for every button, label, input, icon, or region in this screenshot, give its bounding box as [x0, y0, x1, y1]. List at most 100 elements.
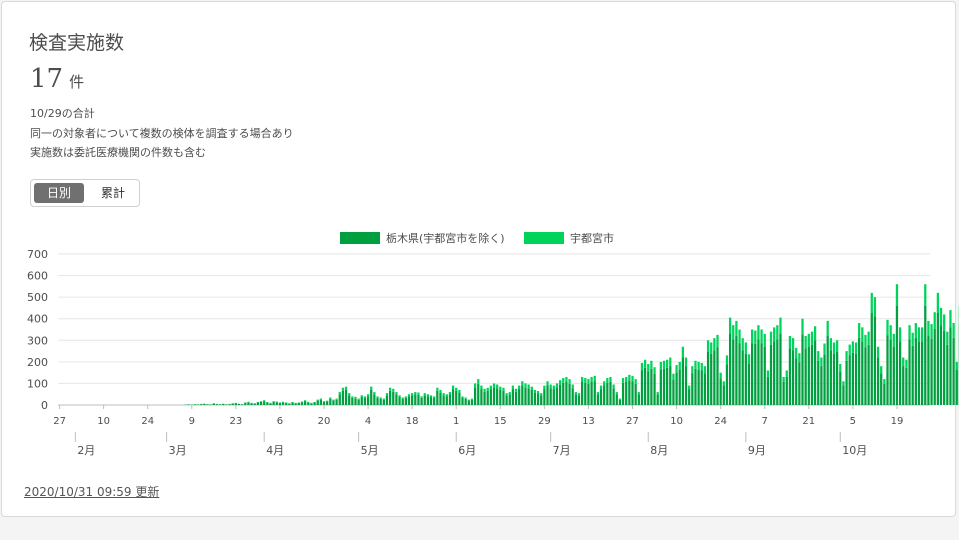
- bar-utsunomiya[interactable]: [571, 384, 574, 389]
- bar-tochigi[interactable]: [259, 401, 263, 405]
- bar-tochigi[interactable]: [735, 336, 738, 405]
- bar-tochigi[interactable]: [436, 390, 439, 405]
- bar-utsunomiya[interactable]: [348, 393, 351, 396]
- bar-tochigi[interactable]: [552, 389, 555, 405]
- bar-tochigi[interactable]: [924, 305, 927, 405]
- bar-utsunomiya[interactable]: [656, 392, 659, 395]
- bar-utsunomiya[interactable]: [341, 387, 345, 391]
- bar-utsunomiya[interactable]: [344, 386, 348, 390]
- bar-tochigi[interactable]: [228, 404, 231, 405]
- bar-tochigi[interactable]: [527, 388, 530, 405]
- bar-tochigi[interactable]: [244, 402, 247, 405]
- bar-utsunomiya[interactable]: [404, 396, 407, 398]
- bar-tochigi[interactable]: [870, 313, 873, 405]
- bar-utsunomiya[interactable]: [694, 360, 697, 369]
- bar-utsunomiya[interactable]: [423, 393, 426, 396]
- bar-utsunomiya[interactable]: [861, 327, 864, 342]
- bar-tochigi[interactable]: [379, 398, 382, 405]
- bar-tochigi[interactable]: [779, 333, 782, 405]
- bar-utsunomiya[interactable]: [618, 398, 622, 400]
- bar-tochigi[interactable]: [807, 346, 810, 405]
- bar-utsunomiya[interactable]: [521, 381, 524, 386]
- bar-utsunomiya[interactable]: [581, 376, 584, 383]
- bar-utsunomiya[interactable]: [700, 362, 703, 371]
- bar-tochigi[interactable]: [426, 396, 430, 405]
- bar-tochigi[interactable]: [187, 404, 190, 405]
- bar-utsunomiya[interactable]: [477, 379, 480, 384]
- bar-utsunomiya[interactable]: [684, 357, 688, 367]
- bar-tochigi[interactable]: [892, 346, 895, 405]
- bar-utsunomiya[interactable]: [788, 335, 792, 349]
- bar-tochigi[interactable]: [382, 399, 385, 405]
- bar-tochigi[interactable]: [455, 390, 458, 405]
- bar-tochigi[interactable]: [376, 397, 379, 405]
- bar-tochigi[interactable]: [763, 346, 766, 405]
- bar-utsunomiya[interactable]: [640, 362, 644, 371]
- bar-tochigi[interactable]: [902, 366, 905, 405]
- bar-utsunomiya[interactable]: [933, 312, 936, 329]
- bar-tochigi[interactable]: [637, 394, 640, 405]
- bar-tochigi[interactable]: [241, 404, 244, 405]
- bar-utsunomiya[interactable]: [445, 394, 448, 397]
- bar-tochigi[interactable]: [212, 403, 215, 405]
- bar-tochigi[interactable]: [502, 390, 505, 405]
- bar-utsunomiya[interactable]: [631, 375, 634, 382]
- bar-tochigi[interactable]: [615, 394, 618, 405]
- bar-utsunomiya[interactable]: [791, 338, 795, 351]
- bar-tochigi[interactable]: [791, 350, 795, 405]
- bar-tochigi[interactable]: [489, 389, 492, 405]
- bar-utsunomiya[interactable]: [360, 395, 363, 398]
- bar-tochigi[interactable]: [939, 325, 943, 405]
- bar-utsunomiya[interactable]: [499, 386, 502, 390]
- bar-utsunomiya[interactable]: [439, 389, 442, 393]
- bar-tochigi[interactable]: [618, 399, 622, 405]
- bar-tochigi[interactable]: [738, 343, 741, 405]
- bar-tochigi[interactable]: [584, 382, 587, 405]
- bar-tochigi[interactable]: [848, 355, 851, 405]
- bar-tochigi[interactable]: [946, 344, 949, 405]
- bar-tochigi[interactable]: [473, 387, 477, 405]
- bar-utsunomiya[interactable]: [272, 401, 275, 402]
- bar-tochigi[interactable]: [678, 369, 681, 405]
- bar-tochigi[interactable]: [322, 401, 326, 405]
- bar-utsunomiya[interactable]: [335, 398, 338, 400]
- bar-tochigi[interactable]: [307, 402, 310, 405]
- bar-tochigi[interactable]: [795, 358, 798, 405]
- bar-tochigi[interactable]: [666, 367, 669, 405]
- bar-utsunomiya[interactable]: [373, 392, 376, 395]
- bar-tochigi[interactable]: [392, 391, 395, 405]
- bar-utsunomiya[interactable]: [659, 361, 662, 370]
- bar-utsunomiya[interactable]: [366, 394, 370, 397]
- bar-utsunomiya[interactable]: [773, 327, 776, 342]
- bar-utsunomiya[interactable]: [470, 398, 474, 400]
- bar-utsunomiya[interactable]: [473, 383, 477, 388]
- bar-utsunomiya[interactable]: [621, 378, 625, 383]
- bar-utsunomiya[interactable]: [914, 323, 917, 338]
- bar-tochigi[interactable]: [193, 404, 197, 405]
- bar-tochigi[interactable]: [599, 389, 603, 405]
- bar-utsunomiya[interactable]: [691, 366, 694, 374]
- bar-utsunomiya[interactable]: [898, 327, 902, 342]
- bar-tochigi[interactable]: [411, 395, 414, 405]
- bar-tochigi[interactable]: [496, 388, 499, 405]
- bar-utsunomiya[interactable]: [876, 346, 880, 358]
- bar-utsunomiya[interactable]: [628, 374, 631, 381]
- bar-utsunomiya[interactable]: [946, 331, 949, 345]
- bar-tochigi[interactable]: [728, 333, 732, 405]
- bar-tochigi[interactable]: [927, 336, 930, 405]
- bar-utsunomiya[interactable]: [939, 307, 943, 326]
- bar-utsunomiya[interactable]: [524, 383, 527, 388]
- bar-tochigi[interactable]: [303, 401, 307, 405]
- bar-tochigi[interactable]: [269, 403, 272, 405]
- bar-tochigi[interactable]: [565, 382, 568, 405]
- bar-utsunomiya[interactable]: [864, 334, 867, 348]
- bar-utsunomiya[interactable]: [489, 385, 492, 390]
- bar-tochigi[interactable]: [291, 402, 294, 405]
- bar-utsunomiya[interactable]: [480, 385, 483, 390]
- bar-tochigi[interactable]: [524, 387, 527, 405]
- bar-utsunomiya[interactable]: [300, 401, 304, 403]
- bar-utsunomiya[interactable]: [329, 397, 332, 399]
- bar-tochigi[interactable]: [442, 395, 445, 405]
- bar-tochigi[interactable]: [505, 395, 508, 405]
- bar-tochigi[interactable]: [275, 402, 278, 405]
